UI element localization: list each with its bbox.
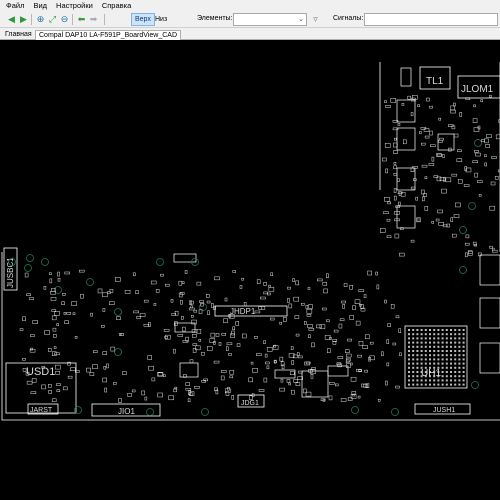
elements-combo[interactable]: ⌄ bbox=[233, 13, 307, 26]
menu-file[interactable]: Файл bbox=[6, 1, 24, 10]
tab-home[interactable]: Главная bbox=[2, 30, 35, 40]
connector-jhdp1[interactable]: JHDP1 bbox=[214, 305, 288, 317]
arrow-left-icon[interactable]: ⬅ bbox=[76, 14, 87, 25]
component-label: USD1 bbox=[26, 366, 55, 378]
bottom-side-button[interactable]: Низ bbox=[152, 13, 170, 26]
connector-jlom1[interactable]: JLOM1 bbox=[457, 75, 500, 99]
connector-jush1[interactable]: JUSH1 bbox=[414, 403, 471, 415]
board-svg: JUSBC1 TL1 JLOM1 USD1 JHDP1 UH1 JDG1 JAR… bbox=[1, 62, 500, 421]
menu-settings[interactable]: Настройки bbox=[56, 1, 93, 10]
connector-jio1[interactable]: JIO1 bbox=[91, 403, 161, 417]
board-outline bbox=[1, 62, 500, 421]
menu-help[interactable]: Справка bbox=[102, 1, 131, 10]
connector-jusbc1[interactable]: JUSBC1 bbox=[3, 247, 18, 291]
arrow-right-icon[interactable]: ➡ bbox=[88, 14, 99, 25]
toolbar-separator bbox=[72, 14, 73, 25]
signals-combo[interactable] bbox=[364, 13, 498, 26]
zoom-in-icon[interactable]: ⊕ bbox=[35, 14, 46, 25]
menu-view[interactable]: Вид bbox=[33, 1, 47, 10]
back-icon[interactable]: ◀ bbox=[6, 14, 17, 25]
via-holes bbox=[8, 139, 482, 416]
chevron-down-icon: ⌄ bbox=[298, 16, 304, 23]
fit-screen-icon[interactable]: ⤢ bbox=[47, 14, 58, 25]
component-label: JUSH1 bbox=[433, 407, 455, 414]
connector-jdg1[interactable]: JDG1 bbox=[237, 394, 265, 408]
component-label: JUSBC1 bbox=[6, 257, 15, 288]
zoom-out-icon[interactable]: ⊖ bbox=[59, 14, 70, 25]
component-label: JARST bbox=[30, 407, 53, 414]
forward-icon[interactable]: ▶ bbox=[18, 14, 29, 25]
toolbar: ◀ ▶ ⊕ ⤢ ⊖ ⬅ ➡ Верх Низ Элементы: ⌄ ▿ Сиг… bbox=[0, 11, 500, 28]
signals-label: Сигналы: bbox=[333, 15, 364, 22]
chip-uh1[interactable]: UH1 bbox=[404, 325, 468, 389]
board-canvas[interactable]: JUSBC1 TL1 JLOM1 USD1 JHDP1 UH1 JDG1 JAR… bbox=[0, 40, 500, 500]
toolbar-separator bbox=[104, 14, 105, 25]
component-label: JIO1 bbox=[118, 407, 135, 416]
clear-filter-icon[interactable]: ▿ bbox=[310, 14, 321, 25]
toolbar-separator bbox=[31, 14, 32, 25]
component-label: JHDP1 bbox=[230, 307, 256, 316]
component-usd1[interactable]: USD1 bbox=[5, 362, 77, 414]
menu-bar: Файл Вид Настройки Справка bbox=[0, 0, 500, 11]
component-label: UH1 bbox=[421, 368, 441, 379]
component-label: TL1 bbox=[426, 76, 444, 87]
component-label: JDG1 bbox=[241, 400, 259, 407]
connector-jarst[interactable]: JARST bbox=[27, 403, 59, 415]
tab-bar: Главная Compal DAP10 LA-F591P_BoardView_… bbox=[0, 29, 500, 40]
component-label: JLOM1 bbox=[461, 84, 494, 95]
elements-label: Элементы: bbox=[197, 15, 233, 22]
smd-components bbox=[19, 94, 500, 403]
component-tl1[interactable]: TL1 bbox=[419, 66, 451, 90]
tab-boardview-file[interactable]: Compal DAP10 LA-F591P_BoardView_CAD bbox=[35, 30, 181, 40]
